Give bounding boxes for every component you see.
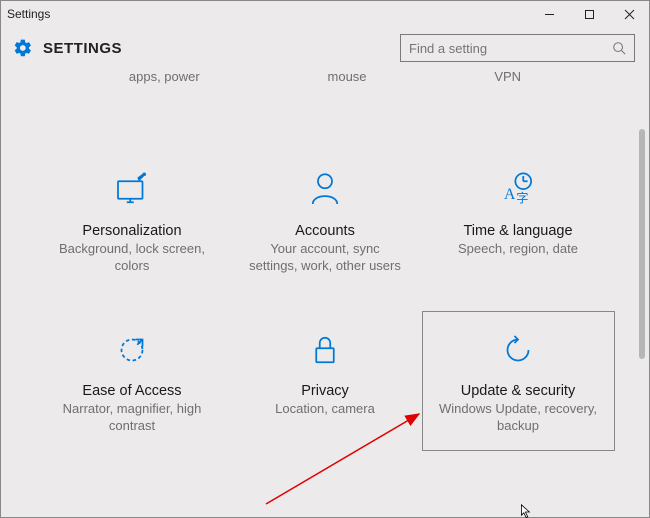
search-input[interactable]: [409, 41, 604, 56]
window-controls: [529, 1, 649, 27]
cursor-icon: [519, 504, 535, 518]
window-title: Settings: [7, 7, 50, 21]
search-icon: [612, 41, 626, 55]
tile-title: Personalization: [82, 223, 181, 239]
update-security-icon: [497, 329, 539, 371]
tile-ease-of-access[interactable]: Ease of Access Narrator, magnifier, high…: [36, 311, 229, 451]
privacy-icon: [304, 329, 346, 371]
svg-text:字: 字: [516, 190, 528, 205]
scrollbar-thumb[interactable]: [639, 129, 645, 359]
tile-title: Ease of Access: [82, 383, 181, 399]
tile-subtitle: mouse: [328, 69, 367, 91]
close-button[interactable]: [609, 1, 649, 27]
search-box[interactable]: [400, 34, 635, 62]
personalization-icon: [111, 169, 153, 211]
minimize-icon: [544, 9, 555, 20]
tile-update-security[interactable]: Update & security Windows Update, recove…: [422, 311, 615, 451]
tile-title: Accounts: [295, 223, 355, 239]
page-title: SETTINGS: [43, 40, 122, 57]
tile-subtitle: Background, lock screen, colors: [52, 241, 212, 275]
tile-subtitle: Speech, region, date: [458, 241, 578, 258]
tile-accounts[interactable]: Accounts Your account, sync settings, wo…: [229, 151, 422, 291]
gear-icon: [13, 38, 33, 58]
tile-subtitle: Your account, sync settings, work, other…: [245, 241, 405, 275]
tile-title: Time & language: [463, 223, 572, 239]
tile-title: Update & security: [461, 383, 575, 399]
partial-row: apps, power mouse VPN: [15, 69, 635, 91]
page-header: SETTINGS: [1, 27, 649, 69]
tiles-row: Personalization Background, lock screen,…: [15, 151, 635, 291]
tile-subtitle: Narrator, magnifier, high contrast: [52, 401, 212, 435]
tile-subtitle: Location, camera: [275, 401, 375, 418]
tile-time-language[interactable]: A 字 Time & language Speech, region, date: [422, 151, 615, 291]
tiles-row: Ease of Access Narrator, magnifier, high…: [15, 311, 635, 451]
time-language-icon: A 字: [497, 169, 539, 211]
tile-subtitle: VPN: [494, 69, 521, 91]
tile-personalization[interactable]: Personalization Background, lock screen,…: [36, 151, 229, 291]
maximize-button[interactable]: [569, 1, 609, 27]
maximize-icon: [584, 9, 595, 20]
minimize-button[interactable]: [529, 1, 569, 27]
tile-subtitle: apps, power: [129, 69, 200, 91]
tile-subtitle: Windows Update, recovery, backup: [438, 401, 598, 435]
tile-privacy[interactable]: Privacy Location, camera: [229, 311, 422, 451]
svg-text:A: A: [504, 186, 516, 203]
titlebar: Settings: [1, 1, 649, 27]
close-icon: [624, 9, 635, 20]
ease-of-access-icon: [111, 329, 153, 371]
tile-title: Privacy: [301, 383, 349, 399]
accounts-icon: [304, 169, 346, 211]
content-area: apps, power mouse VPN Personalization Ba…: [1, 69, 649, 517]
settings-window: Settings SETTINGS: [0, 0, 650, 518]
